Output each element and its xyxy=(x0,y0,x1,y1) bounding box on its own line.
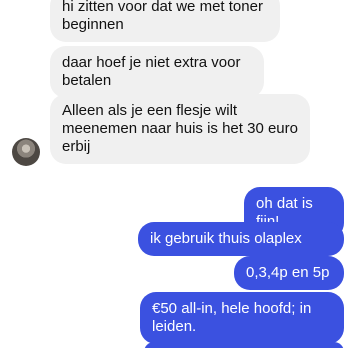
message-text: hi zitten voor dat we met toner beginnen xyxy=(62,0,263,33)
message-text: €50 all-in, hele hoofd; in leiden. xyxy=(152,300,312,335)
incoming-message-3[interactable]: Alleen als je een flesje wilt meenemen n… xyxy=(50,94,310,164)
incoming-message-2[interactable]: daar hoef je niet extra voor betalen xyxy=(50,46,264,98)
outgoing-message-3[interactable]: 0,3,4p en 5p xyxy=(234,256,344,290)
message-text: daar hoef je niet extra voor betalen xyxy=(62,54,241,89)
message-text: Alleen als je een flesje wilt meenemen n… xyxy=(62,102,298,155)
chat-thread: hi zitten voor dat we met toner beginnen… xyxy=(0,0,348,348)
outgoing-message-5[interactable] xyxy=(144,342,344,348)
message-text: 0,3,4p en 5p xyxy=(246,264,330,281)
message-text: ik gebruik thuis olaplex xyxy=(150,230,302,247)
contact-avatar[interactable] xyxy=(12,138,40,166)
outgoing-message-2[interactable]: ik gebruik thuis olaplex xyxy=(138,222,344,256)
incoming-message-1[interactable]: hi zitten voor dat we met toner beginnen xyxy=(50,0,280,42)
outgoing-message-4[interactable]: €50 all-in, hele hoofd; in leiden. xyxy=(140,292,344,344)
